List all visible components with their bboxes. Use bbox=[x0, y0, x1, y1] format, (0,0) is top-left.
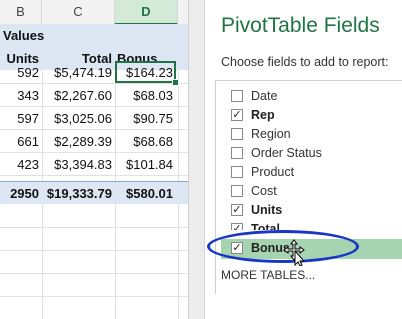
field-checkbox-checked[interactable]: ✓ bbox=[231, 204, 243, 216]
table-cell-units[interactable]: 592 bbox=[0, 61, 42, 84]
grand-total-units[interactable]: 2950 bbox=[0, 181, 42, 204]
table-cell-units[interactable]: 343 bbox=[0, 84, 42, 107]
gridline bbox=[0, 250, 188, 251]
field-item-rep[interactable]: ✓ Rep bbox=[221, 106, 402, 125]
field-checkbox-checked[interactable]: ✓ bbox=[231, 223, 243, 230]
field-checkbox-unchecked[interactable] bbox=[231, 128, 243, 140]
gridline bbox=[0, 273, 188, 274]
column-header-row: B C D bbox=[0, 0, 188, 25]
table-cell-bonus[interactable]: $68.03 bbox=[115, 84, 176, 107]
pivot-values-header-cell[interactable]: Values bbox=[0, 24, 188, 47]
column-header-e[interactable] bbox=[178, 0, 188, 24]
table-cell-units[interactable]: 661 bbox=[0, 130, 42, 153]
column-header-d[interactable]: D bbox=[115, 0, 178, 25]
field-item-cost[interactable]: Cost bbox=[221, 182, 402, 201]
pane-title: PivotTable Fields bbox=[221, 14, 380, 37]
table-cell-total[interactable]: $2,267.60 bbox=[42, 84, 115, 107]
field-item-region[interactable]: Region bbox=[221, 125, 402, 144]
field-checkbox-unchecked[interactable] bbox=[231, 90, 243, 102]
field-item-units[interactable]: ✓ Units bbox=[221, 201, 402, 220]
pivottable-fields-pane: PivotTable Fields Choose fields to add t… bbox=[204, 0, 402, 319]
field-label: Rep bbox=[251, 108, 275, 122]
move-arrow-cursor-icon bbox=[283, 239, 306, 266]
gridline bbox=[0, 296, 188, 297]
field-item-order-status[interactable]: Order Status bbox=[221, 144, 402, 163]
more-tables-link[interactable]: MORE TABLES... bbox=[221, 268, 315, 282]
field-label: Cost bbox=[251, 184, 277, 198]
table-cell-total[interactable]: $3,025.06 bbox=[42, 107, 115, 130]
field-item-product[interactable]: Product bbox=[221, 163, 402, 182]
column-header-b[interactable]: B bbox=[0, 0, 42, 24]
pane-subtitle: Choose fields to add to report: bbox=[221, 55, 389, 69]
field-label: Order Status bbox=[251, 146, 322, 160]
table-cell-total[interactable]: $2,289.39 bbox=[42, 130, 115, 153]
field-item-total[interactable]: ✓ Total bbox=[221, 220, 402, 230]
field-checkbox-unchecked[interactable] bbox=[231, 185, 243, 197]
table-cell-total[interactable]: $3,394.83 bbox=[42, 153, 115, 176]
table-cell-units[interactable]: 423 bbox=[0, 153, 42, 176]
table-cell-bonus[interactable]: $101.84 bbox=[115, 153, 176, 176]
spreadsheet-grid[interactable]: B C D Values Units Total Bonus 592 $5,47… bbox=[0, 0, 188, 319]
field-checkbox-unchecked[interactable] bbox=[231, 147, 243, 159]
pivot-values-label: Values bbox=[3, 28, 45, 43]
field-label: Total bbox=[251, 222, 280, 230]
table-cell-total[interactable]: $5,474.19 bbox=[42, 61, 115, 84]
field-label: Product bbox=[251, 165, 295, 179]
grand-total-bonus[interactable]: $580.01 bbox=[115, 181, 188, 204]
field-checkbox-unchecked[interactable] bbox=[231, 166, 243, 178]
active-cell-border bbox=[115, 61, 176, 83]
field-label: Units bbox=[251, 203, 283, 217]
table-cell-bonus[interactable]: $90.75 bbox=[115, 107, 176, 130]
vertical-scrollbar[interactable] bbox=[188, 0, 204, 319]
field-label: Date bbox=[251, 89, 278, 103]
field-checkbox-checked[interactable]: ✓ bbox=[231, 109, 243, 121]
table-cell-bonus[interactable]: $68.68 bbox=[115, 130, 176, 153]
fill-handle[interactable] bbox=[172, 79, 179, 86]
table-cell-units[interactable]: 597 bbox=[0, 107, 42, 130]
field-label: Region bbox=[251, 127, 291, 141]
field-item-date[interactable]: Date bbox=[221, 87, 402, 106]
grand-total-total[interactable]: $19,333.79 bbox=[42, 181, 115, 204]
column-header-c[interactable]: C bbox=[42, 0, 115, 24]
gridline bbox=[0, 227, 188, 228]
